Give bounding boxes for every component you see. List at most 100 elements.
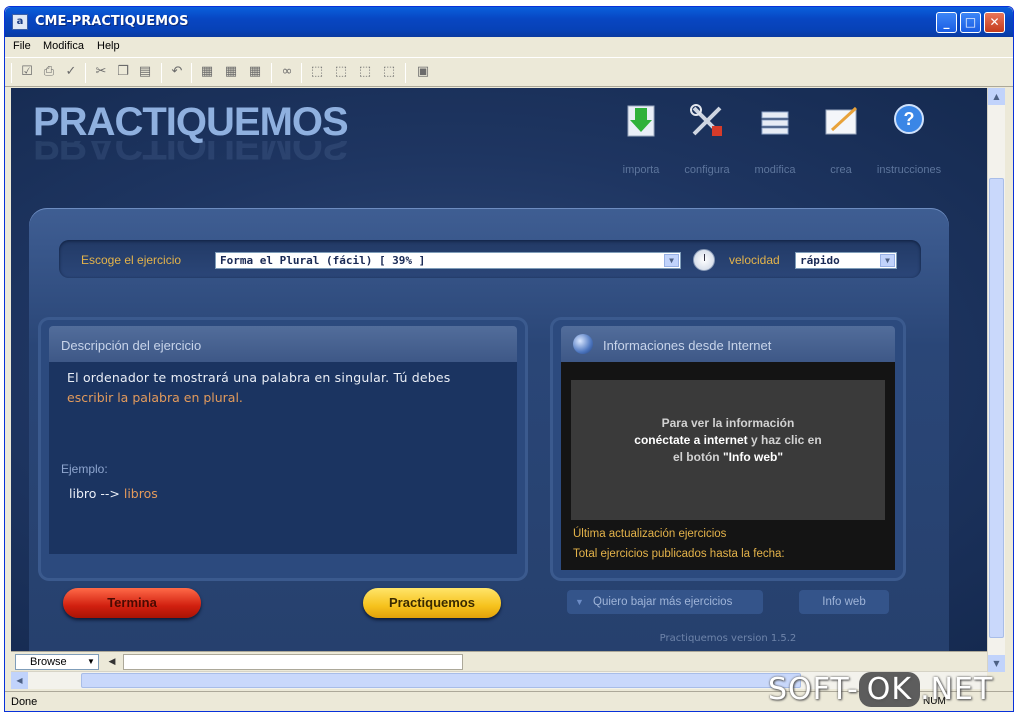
scroll-thumb[interactable] [989, 178, 1004, 638]
watermark-part: SOFT- [768, 672, 859, 707]
nav-importa[interactable]: importa [611, 102, 671, 178]
button-bar: Termina Practiquemos [41, 570, 525, 634]
version-text: Practiquemos version 1.5.2 [659, 633, 797, 644]
browse-select[interactable]: Browse ▼ [15, 654, 99, 670]
description-highlight: escribir la palabra en plural. [67, 390, 243, 405]
watermark-part: .NET [920, 672, 994, 707]
logo-reflection: PRACTIQUEMOS [33, 141, 348, 165]
speed-value: rápido [800, 254, 840, 267]
page2-icon[interactable]: ▦ [223, 64, 239, 80]
toolbar-separator [161, 63, 162, 83]
tool1-icon[interactable]: ⬚ [309, 64, 325, 80]
vertical-scrollbar[interactable]: ▲ ▼ [987, 88, 1005, 672]
exercise-chooser: Escoge el ejercicio Forma el Plural (fác… [59, 240, 921, 278]
scroll-up-icon[interactable]: ▲ [988, 88, 1005, 105]
svg-text:?: ? [904, 109, 915, 129]
watermark: SOFT- OK .NET [768, 672, 993, 714]
chevron-down-icon[interactable]: ▼ [664, 254, 679, 267]
nav-label: instrucciones [876, 164, 942, 176]
last-update-label: Última actualización ejercicios [573, 528, 727, 540]
help-doc-icon[interactable]: ▣ [415, 64, 431, 80]
bottom-field[interactable] [123, 654, 463, 670]
nav-modifica[interactable]: modifica [745, 102, 805, 178]
example-answer: libros [123, 486, 158, 501]
menu-modifica[interactable]: Modifica [43, 40, 84, 52]
menu-help[interactable]: Help [97, 40, 120, 52]
nav-configura[interactable]: configura [677, 102, 737, 178]
tool2-icon[interactable]: ⬚ [333, 64, 349, 80]
cut-icon[interactable]: ✂ [93, 64, 109, 80]
terminate-button[interactable]: Termina [63, 588, 201, 618]
description-header: Descripción del ejercicio [49, 326, 517, 362]
undo-icon[interactable]: ↶ [169, 64, 185, 80]
nav-crea[interactable]: crea [811, 102, 871, 178]
info-message: conéctate a internet y haz clic en [571, 433, 885, 447]
bottom-bar: Browse ▼ ◀ [11, 651, 987, 671]
maximize-button[interactable]: □ [960, 12, 981, 33]
description-body: El ordenador te mostrará una palabra en … [49, 362, 517, 554]
title-bar[interactable]: a CME-PRACTIQUEMOS _ □ ✕ [5, 7, 1013, 37]
example-text: libro --> libros [69, 486, 158, 501]
close-button[interactable]: ✕ [984, 12, 1005, 33]
exercise-label: Escoge el ejercicio [81, 253, 182, 267]
description-card: Descripción del ejercicio El ordenador t… [41, 320, 525, 618]
info-body: Para ver la información conéctate a inte… [561, 362, 895, 570]
example-label: Ejemplo: [61, 462, 108, 476]
description-title: Descripción del ejercicio [61, 338, 202, 353]
configure-icon [690, 104, 722, 136]
toolbar: ☑ ⎙ ✓ ✂ ❐ ▤ ↶ ▦ ▦ ▦ ∞ ⬚ ⬚ ⬚ ⬚ ▣ [5, 57, 1013, 87]
scroll-down-icon[interactable]: ▼ [988, 655, 1005, 672]
toolbar-separator [405, 63, 406, 83]
page1-icon[interactable]: ▦ [199, 64, 215, 80]
practice-button[interactable]: Practiquemos [363, 588, 501, 618]
info-card: Informaciones desde Internet Para ver la… [553, 320, 903, 578]
create-icon [825, 106, 858, 135]
info-title: Informaciones desde Internet [603, 338, 772, 353]
speed-label: velocidad [729, 253, 780, 267]
info-screen: Para ver la información conéctate a inte… [571, 380, 885, 520]
modify-icon [761, 111, 789, 135]
info-message: Para ver la información [661, 416, 795, 430]
app-icon[interactable]: a [12, 14, 28, 30]
tool3-icon[interactable]: ⬚ [357, 64, 373, 80]
chevron-down-icon[interactable]: ▼ [85, 656, 97, 668]
menu-file[interactable]: File [13, 40, 31, 52]
info-message-pre: el botón [672, 450, 723, 464]
toolbar-separator [271, 63, 272, 83]
info-message-bold: conéctate a internet [634, 433, 748, 447]
toolbar-separator [85, 63, 86, 83]
menu-bar: File Modifica Help [5, 37, 1013, 57]
scroll-thumb[interactable] [81, 673, 801, 688]
window-title: CME-PRACTIQUEMOS [35, 14, 189, 29]
spellcheck-icon[interactable]: ✓ [63, 64, 79, 80]
globe-icon [573, 334, 593, 354]
total-published-label: Total ejercicios publicados hasta la fec… [573, 548, 785, 560]
help-icon: ? [894, 104, 924, 134]
paste-icon[interactable]: ▤ [137, 64, 153, 80]
scroll-left-icon[interactable]: ◀ [11, 672, 28, 689]
toolbar-separator [11, 63, 12, 83]
exercise-select[interactable]: Forma el Plural (fácil) [ 39% ] ▼ [215, 252, 681, 269]
print-icon[interactable]: ⎙ [41, 64, 57, 80]
toolbar-separator [301, 63, 302, 83]
copy-icon[interactable]: ❐ [115, 64, 131, 80]
info-message-bold: "Info web" [722, 450, 784, 464]
info-web-button[interactable]: Info web [799, 590, 889, 614]
download-exercises-button[interactable]: Quiero bajar más ejercicios [567, 590, 763, 614]
page3-icon[interactable]: ▦ [247, 64, 263, 80]
app-canvas: PRACTIQUEMOS PRACTIQUEMOS importa config… [11, 88, 987, 651]
binoculars-icon[interactable]: ∞ [279, 64, 295, 80]
app-logo: PRACTIQUEMOS [33, 100, 349, 144]
example-word: libro --> [69, 486, 124, 501]
chevron-left-icon[interactable]: ◀ [105, 654, 119, 670]
clock-icon [693, 249, 715, 271]
tool4-icon[interactable]: ⬚ [381, 64, 397, 80]
minimize-button[interactable]: _ [936, 12, 957, 33]
nav-instrucciones[interactable]: ? instrucciones [877, 102, 941, 178]
chevron-down-icon[interactable]: ▼ [880, 254, 895, 267]
import-icon [627, 105, 655, 137]
toolbar-separator [191, 63, 192, 83]
new-icon[interactable]: ☑ [19, 64, 35, 80]
speed-select[interactable]: rápido ▼ [795, 252, 897, 269]
info-message: el botón "Info web" [571, 450, 885, 464]
